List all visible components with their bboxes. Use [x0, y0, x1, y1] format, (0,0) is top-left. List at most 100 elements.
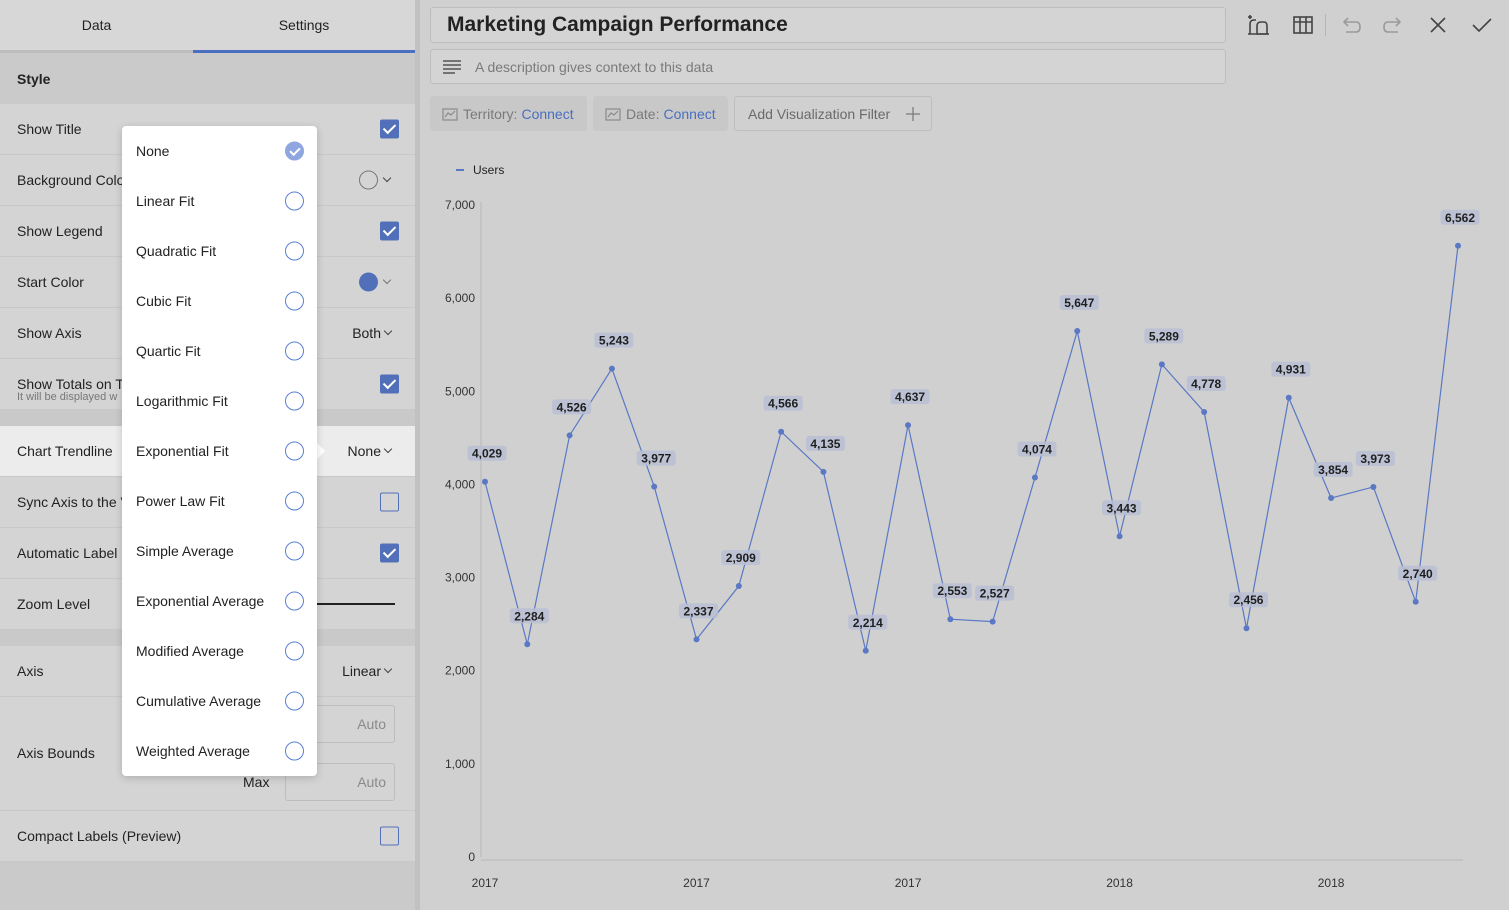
data-label: 2,214: [853, 616, 883, 630]
data-point: [1201, 408, 1208, 415]
trendline-option-label: Weighted Average: [136, 743, 250, 759]
add-filter-label: Add Visualization Filter: [748, 105, 891, 122]
data-point: [1285, 394, 1292, 401]
radio-button[interactable]: [285, 641, 304, 661]
x-tick-label: 2017: [472, 876, 499, 890]
data-label: 4,074: [1022, 443, 1052, 457]
radio-button[interactable]: [285, 141, 304, 161]
data-label: 3,443: [1107, 501, 1137, 515]
trendline-option[interactable]: Exponential Fit: [122, 426, 317, 476]
data-point: [1116, 533, 1123, 540]
data-point: [1243, 625, 1250, 632]
y-tick-label: 3,000: [445, 571, 475, 585]
data-point: [862, 647, 869, 654]
background-color-swatch[interactable]: [359, 170, 378, 190]
data-label: 4,778: [1191, 377, 1221, 391]
trendline-option[interactable]: Simple Average: [122, 526, 317, 576]
style-section-heading: Style: [0, 53, 415, 104]
data-label: 5,647: [1064, 296, 1094, 310]
data-label: 4,135: [810, 437, 840, 451]
redo-icon[interactable]: [1381, 12, 1407, 38]
automatic-label-checkbox[interactable]: [380, 543, 399, 563]
trendline-option[interactable]: None: [122, 126, 317, 176]
data-point: [947, 616, 954, 623]
data-label: 4,566: [768, 397, 798, 411]
y-tick-label: 2,000: [445, 664, 475, 678]
show-legend-checkbox[interactable]: [380, 221, 399, 241]
data-label: 2,740: [1403, 567, 1433, 581]
radio-button[interactable]: [285, 291, 304, 311]
trendline-option[interactable]: Weighted Average: [122, 726, 317, 776]
trendline-option[interactable]: Logarithmic Fit: [122, 376, 317, 426]
show-title-checkbox[interactable]: [380, 119, 399, 139]
radio-button[interactable]: [285, 491, 304, 511]
tab-settings[interactable]: Settings: [193, 0, 415, 53]
data-point: [820, 468, 827, 475]
dropdown-pointer: [317, 443, 325, 459]
trendline-option[interactable]: Cumulative Average: [122, 676, 317, 726]
description-icon: [443, 60, 461, 74]
grid-view-icon[interactable]: [1290, 12, 1316, 38]
chart-type-icon[interactable]: [1245, 12, 1271, 38]
radio-button[interactable]: [285, 441, 304, 461]
data-point: [1455, 242, 1461, 249]
data-label: 2,553: [937, 584, 967, 598]
show-legend-label: Show Legend: [17, 223, 103, 239]
trendline-option[interactable]: Linear Fit: [122, 176, 317, 226]
chart-trendline-select[interactable]: None: [348, 443, 393, 459]
y-tick-label: 5,000: [445, 384, 475, 398]
data-label: 4,637: [895, 390, 925, 404]
trendline-option-label: Quartic Fit: [136, 343, 201, 359]
data-point: [1370, 483, 1377, 490]
radio-button[interactable]: [285, 691, 304, 711]
confirm-check-icon[interactable]: [1469, 12, 1495, 38]
territory-filter[interactable]: Territory: Connect: [430, 96, 587, 131]
sync-axis-checkbox[interactable]: [380, 492, 399, 512]
radio-button[interactable]: [285, 391, 304, 411]
radio-button[interactable]: [285, 541, 304, 561]
close-icon[interactable]: [1425, 12, 1451, 38]
show-axis-label: Show Axis: [17, 325, 82, 341]
radio-button[interactable]: [285, 191, 304, 211]
axis-max-label: Max: [243, 774, 270, 790]
data-point: [735, 583, 742, 590]
start-color-swatch[interactable]: [359, 272, 378, 292]
radio-button[interactable]: [285, 741, 304, 761]
description-field[interactable]: A description gives context to this data: [430, 49, 1226, 84]
radio-button[interactable]: [285, 341, 304, 361]
territory-connect-link[interactable]: Connect: [521, 106, 573, 122]
trendline-option-label: Exponential Average: [136, 593, 265, 609]
trendline-option[interactable]: Quadratic Fit: [122, 226, 317, 276]
date-filter[interactable]: Date: Connect: [593, 96, 728, 131]
settings-panel: Data Settings Style Show Title Backgroun…: [0, 0, 415, 910]
trendline-option[interactable]: Power Law Fit: [122, 476, 317, 526]
tab-data[interactable]: Data: [0, 0, 193, 53]
trendline-option-label: Exponential Fit: [136, 443, 229, 459]
undo-icon[interactable]: [1337, 12, 1363, 38]
trendline-option[interactable]: Cubic Fit: [122, 276, 317, 326]
axis-label: Axis: [17, 663, 44, 679]
axis-select[interactable]: Linear: [342, 663, 393, 679]
show-title-label: Show Title: [17, 121, 82, 137]
radio-button[interactable]: [285, 591, 304, 611]
show-axis-select[interactable]: Both: [352, 325, 393, 341]
legend-label: Users: [473, 163, 504, 177]
territory-filter-label: Territory:: [463, 105, 518, 122]
radio-button[interactable]: [285, 241, 304, 261]
trendline-option[interactable]: Quartic Fit: [122, 326, 317, 376]
zoom-level-label: Zoom Level: [17, 596, 91, 612]
add-visualization-filter-button[interactable]: Add Visualization Filter: [734, 96, 932, 131]
show-totals-checkbox[interactable]: [380, 374, 399, 394]
y-tick-label: 6,000: [445, 291, 475, 305]
title-field[interactable]: Marketing Campaign Performance: [430, 7, 1226, 43]
compact-labels-checkbox[interactable]: [380, 826, 399, 846]
data-point: [778, 428, 785, 435]
data-label: 4,029: [472, 447, 502, 461]
trendline-option[interactable]: Modified Average: [122, 626, 317, 676]
y-tick-label: 1,000: [445, 757, 475, 771]
date-connect-link[interactable]: Connect: [663, 106, 715, 122]
data-label: 5,243: [599, 334, 629, 348]
axis-value: Linear: [342, 663, 381, 679]
trendline-option[interactable]: Exponential Average: [122, 576, 317, 626]
zoom-level-slider[interactable]: [317, 603, 395, 605]
